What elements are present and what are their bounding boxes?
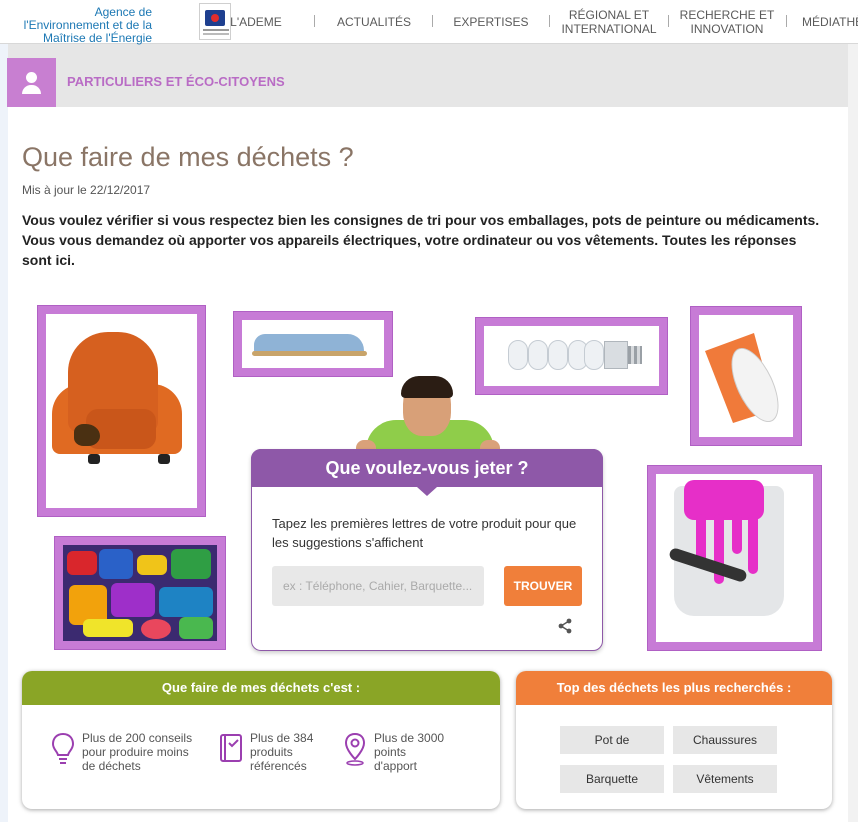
nav-separator: [314, 15, 315, 27]
tag-vetements[interactable]: Vêtements: [673, 765, 777, 793]
logo-emblem-icon: [205, 10, 225, 26]
updated-date: Mis à jour le 22/12/2017: [22, 183, 151, 197]
tag-pot-de[interactable]: Pot de: [560, 726, 664, 754]
nav-item-mediatheque[interactable]: MÉDIATHÈ: [802, 6, 858, 38]
search-widget-heading: Que voulez-vous jeter ?: [251, 449, 603, 487]
nav-item-regional[interactable]: RÉGIONAL ET INTERNATIONAL: [558, 6, 660, 38]
nav-separator: [668, 15, 669, 27]
tag-barquette[interactable]: Barquette: [560, 765, 664, 793]
toys-image: [54, 536, 226, 650]
page-gutter-right: [848, 44, 858, 822]
share-icon[interactable]: [557, 618, 573, 634]
page-title: Que faire de mes déchets ?: [22, 142, 354, 172]
top-searched-panel: Top des déchets les plus recherchés : Po…: [516, 671, 832, 809]
ademe-logo[interactable]: [199, 3, 231, 40]
agency-name[interactable]: Agence de l'Environnement et de la Maîtr…: [10, 6, 152, 45]
person-icon: [7, 58, 56, 107]
find-button[interactable]: TROUVER: [504, 566, 582, 606]
stat-advice: Plus de 200 conseils pour produire moins…: [50, 731, 200, 773]
section-title[interactable]: PARTICULIERS ET ÉCO-CITOYENS: [67, 74, 285, 89]
nav-separator: [786, 15, 787, 27]
section-bar: PARTICULIERS ET ÉCO-CITOYENS: [7, 58, 848, 107]
yogurt-cup-image: [690, 306, 802, 446]
stat-advice-text: Plus de 200 conseils pour produire moins…: [82, 731, 193, 773]
intro-paragraph: Vous voulez vérifier si vous respectez b…: [22, 212, 820, 268]
page-gutter: [0, 44, 8, 822]
map-pin-icon: [344, 732, 366, 766]
nav-separator: [549, 15, 550, 27]
paint-bucket-image: [647, 465, 822, 651]
search-input[interactable]: [272, 566, 484, 606]
facts-heading: Que faire de mes déchets c'est :: [22, 671, 500, 705]
nav-item-recherche[interactable]: RECHERCHE ET INNOVATION: [678, 6, 776, 38]
top-header: Agence de l'Environnement et de la Maîtr…: [0, 0, 858, 45]
stat-drop-points-text: Plus de 3000 points d'apport: [374, 731, 445, 773]
search-instructions: Tapez les premières lettres de votre pro…: [272, 516, 577, 550]
facts-panel: Que faire de mes déchets c'est : Plus de…: [22, 671, 500, 809]
light-bulb-image: [475, 317, 668, 395]
nav-item-ademe[interactable]: L'ADEME: [228, 6, 284, 38]
book-icon: [220, 734, 242, 762]
shoe-image: [233, 311, 393, 377]
logo-fine-print: [203, 29, 229, 31]
heading-notch: [417, 487, 437, 496]
top-searched-heading: Top des déchets les plus recherchés :: [516, 671, 832, 705]
lightbulb-icon: [51, 732, 75, 764]
nav-item-expertises[interactable]: EXPERTISES: [452, 6, 530, 38]
armchair-image: [37, 305, 206, 517]
search-widget: Que voulez-vous jeter ? Tapez les premiè…: [251, 449, 603, 651]
stat-products-text: Plus de 384 produits référencés: [250, 731, 314, 773]
stat-drop-points: Plus de 3000 points d'apport: [342, 731, 450, 773]
stat-products: Plus de 384 produits référencés: [218, 731, 320, 773]
nav-item-actualites[interactable]: ACTUALITÉS: [334, 6, 414, 38]
tag-chaussures[interactable]: Chaussures: [673, 726, 777, 754]
nav-separator: [432, 15, 433, 27]
mascot-hair: [401, 376, 453, 398]
